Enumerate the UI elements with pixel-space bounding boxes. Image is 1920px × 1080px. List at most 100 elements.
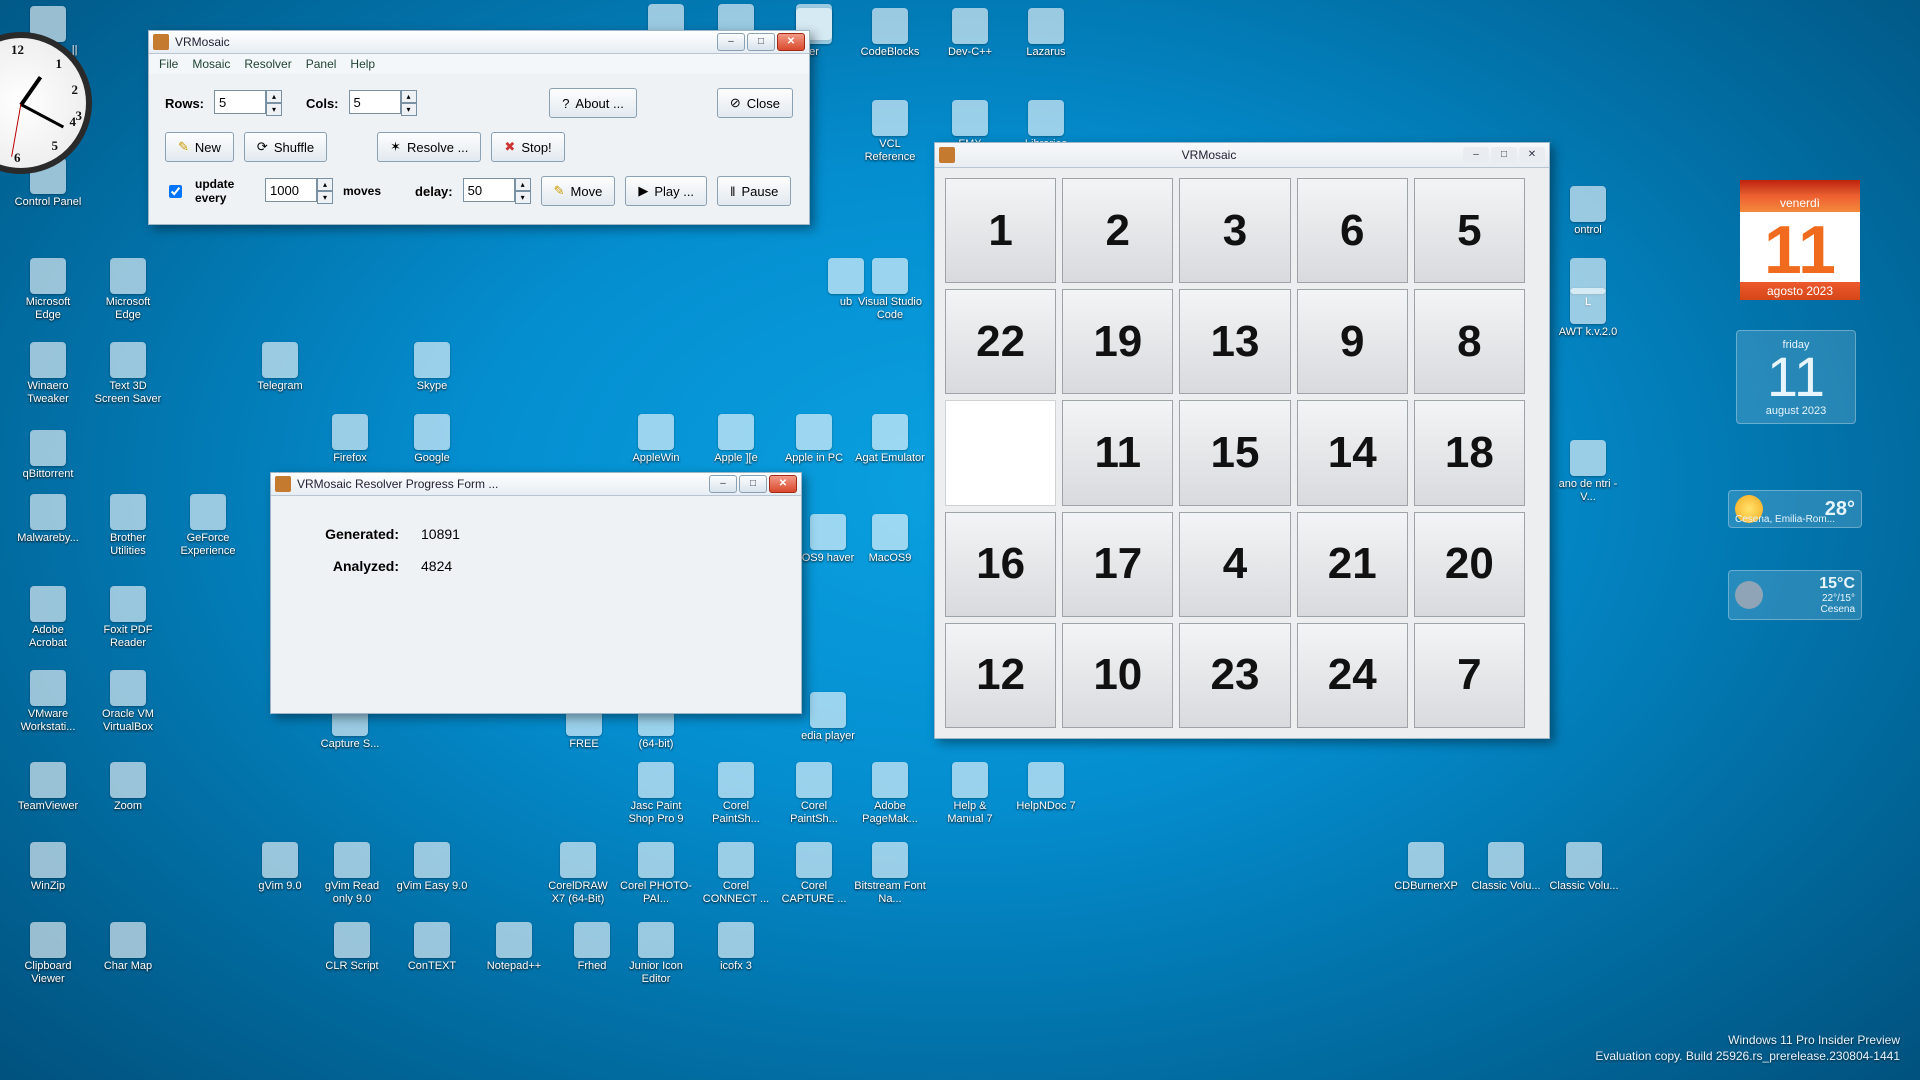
desktop-icon[interactable]: Skype <box>396 342 468 393</box>
desktop-icon[interactable]: Junior Icon Editor <box>620 922 692 986</box>
desktop-icon[interactable]: HelpNDoc 7 <box>1010 762 1082 813</box>
menu-resolver[interactable]: Resolver <box>244 57 291 71</box>
desktop-icon[interactable]: TeamViewer <box>12 762 84 813</box>
desktop-icon[interactable]: MacOS9 <box>854 514 926 565</box>
puzzle-tile[interactable]: 2 <box>1062 178 1173 283</box>
puzzle-tile[interactable]: 15 <box>1179 400 1290 505</box>
desktop-icon[interactable]: Frhed <box>556 922 628 973</box>
desktop-icon[interactable]: Telegram <box>244 342 316 393</box>
puzzle-tile[interactable]: 12 <box>945 623 1056 728</box>
desktop-icon[interactable]: Classic Volu... <box>1470 842 1542 893</box>
desktop-icon[interactable]: Oracle VM VirtualBox <box>92 670 164 734</box>
desktop-icon[interactable]: Winaero Tweaker <box>12 342 84 406</box>
desktop-icon[interactable]: Corel PaintSh... <box>778 762 850 826</box>
puzzle-tile[interactable]: 7 <box>1414 623 1525 728</box>
weather-gadget-1[interactable]: 28° Cesena, Emilia-Rom... <box>1728 490 1862 528</box>
desktop-icon[interactable]: Corel CONNECT ... <box>700 842 772 906</box>
minimize-button[interactable]: – <box>717 33 745 51</box>
desktop-icon[interactable]: Apple ][e <box>700 414 772 465</box>
desktop-icon[interactable]: AWT k.v.2.0 <box>1552 288 1624 339</box>
desktop-icon[interactable]: Agat Emulator <box>854 414 926 465</box>
desktop-icon[interactable]: Classic Volu... <box>1548 842 1620 893</box>
desktop-icon[interactable]: WinZip <box>12 842 84 893</box>
desktop-icon[interactable]: Adobe PageMak... <box>854 762 926 826</box>
desktop-icon[interactable]: Notepad++ <box>478 922 550 973</box>
desktop-icon[interactable]: edia player <box>792 692 864 743</box>
minimize-button[interactable]: – <box>709 475 737 493</box>
desktop-icon[interactable]: Visual Studio Code <box>854 258 926 322</box>
desktop-icon[interactable]: Jasc Paint Shop Pro 9 <box>620 762 692 826</box>
desktop-icon[interactable]: Foxit PDF Reader <box>92 586 164 650</box>
resolve-button[interactable]: ✶Resolve ... <box>377 132 481 162</box>
menu-panel[interactable]: Panel <box>306 57 337 71</box>
desktop-icon[interactable]: Apple in PC <box>778 414 850 465</box>
puzzle-tile[interactable]: 23 <box>1179 623 1290 728</box>
desktop-icon[interactable]: CodeBlocks <box>854 8 926 59</box>
puzzle-tile[interactable]: 4 <box>1179 512 1290 617</box>
puzzle-tile[interactable]: 5 <box>1414 178 1525 283</box>
update-every-spin[interactable]: ▴▾ <box>265 178 333 204</box>
desktop-icon[interactable]: Text 3D Screen Saver <box>92 342 164 406</box>
puzzle-tile[interactable]: 1 <box>945 178 1056 283</box>
desktop-icon[interactable]: icofx 3 <box>700 922 772 973</box>
maximize-button[interactable]: □ <box>747 33 775 51</box>
puzzle-tile[interactable]: 13 <box>1179 289 1290 394</box>
delay-spin[interactable]: ▴▾ <box>463 178 531 204</box>
desktop-icon[interactable]: Corel PHOTO-PAI... <box>620 842 692 906</box>
calendar-gadget-red[interactable]: venerdì 11 agosto 2023 <box>1740 180 1860 300</box>
maximize-button[interactable]: □ <box>739 475 767 493</box>
puzzle-tile[interactable]: 6 <box>1297 178 1408 283</box>
desktop-icon[interactable]: Corel CAPTURE ... <box>778 842 850 906</box>
titlebar[interactable]: VRMosaic Resolver Progress Form ... – □ … <box>271 473 801 496</box>
titlebar[interactable]: VRMosaic – □ ✕ <box>935 143 1549 168</box>
shuffle-button[interactable]: ⟳Shuffle <box>244 132 327 162</box>
desktop-icon[interactable]: gVim 9.0 <box>244 842 316 893</box>
play-button[interactable]: ▶Play ... <box>625 176 707 206</box>
desktop-icon[interactable]: Malwareby... <box>12 494 84 545</box>
move-button[interactable]: ✎Move <box>541 176 616 206</box>
new-button[interactable]: ✎New <box>165 132 234 162</box>
pause-button[interactable]: ‖Pause <box>717 176 791 206</box>
desktop-icon[interactable]: CDBurnerXP <box>1390 842 1462 893</box>
puzzle-tile[interactable]: 3 <box>1179 178 1290 283</box>
desktop-icon[interactable]: Lazarus <box>1010 8 1082 59</box>
puzzle-tile[interactable]: 22 <box>945 289 1056 394</box>
titlebar[interactable]: VRMosaic – □ ✕ <box>149 31 809 54</box>
puzzle-empty-slot[interactable] <box>945 400 1056 505</box>
about-button[interactable]: ?About ... <box>549 88 637 118</box>
puzzle-tile[interactable]: 9 <box>1297 289 1408 394</box>
puzzle-tile[interactable]: 18 <box>1414 400 1525 505</box>
puzzle-tile[interactable]: 24 <box>1297 623 1408 728</box>
calendar-gadget-glass[interactable]: friday 11 august 2023 <box>1736 330 1856 424</box>
minimize-button[interactable]: – <box>1463 147 1489 163</box>
desktop-icon[interactable]: CorelDRAW X7 (64-Bit) <box>542 842 614 906</box>
close-button[interactable]: ✕ <box>777 33 805 51</box>
puzzle-tile[interactable]: 11 <box>1062 400 1173 505</box>
desktop-icon[interactable]: Bitstream Font Na... <box>854 842 926 906</box>
desktop-icon[interactable]: Char Map <box>92 922 164 973</box>
menu-help[interactable]: Help <box>350 57 375 71</box>
close-button[interactable]: ✕ <box>769 475 797 493</box>
puzzle-tile[interactable]: 19 <box>1062 289 1173 394</box>
desktop-icon[interactable]: CLR Script <box>316 922 388 973</box>
desktop-icon[interactable]: GeForce Experience <box>172 494 244 558</box>
desktop-icon[interactable]: Microsoft Edge <box>12 258 84 322</box>
puzzle-tile[interactable]: 20 <box>1414 512 1525 617</box>
desktop-icon[interactable]: gVim Read only 9.0 <box>316 842 388 906</box>
desktop-icon[interactable]: AppleWin <box>620 414 692 465</box>
puzzle-tile[interactable]: 21 <box>1297 512 1408 617</box>
close-panel-button[interactable]: ⊘Close <box>717 88 793 118</box>
desktop-icon[interactable]: VCL Reference <box>854 100 926 164</box>
desktop-icon[interactable]: Dev-C++ <box>934 8 1006 59</box>
menu-file[interactable]: File <box>159 57 178 71</box>
rows-spin[interactable]: ▴▾ <box>214 90 282 116</box>
desktop-icon[interactable]: Adobe Acrobat <box>12 586 84 650</box>
desktop-icon[interactable]: Google <box>396 414 468 465</box>
stop-button[interactable]: ✖Stop! <box>491 132 564 162</box>
desktop-icon[interactable]: Clipboard Viewer <box>12 922 84 986</box>
puzzle-tile[interactable]: 14 <box>1297 400 1408 505</box>
close-button[interactable]: ✕ <box>1519 147 1545 163</box>
desktop-icon[interactable]: Help & Manual 7 <box>934 762 1006 826</box>
menu-mosaic[interactable]: Mosaic <box>192 57 230 71</box>
desktop-icon[interactable]: Firefox <box>314 414 386 465</box>
